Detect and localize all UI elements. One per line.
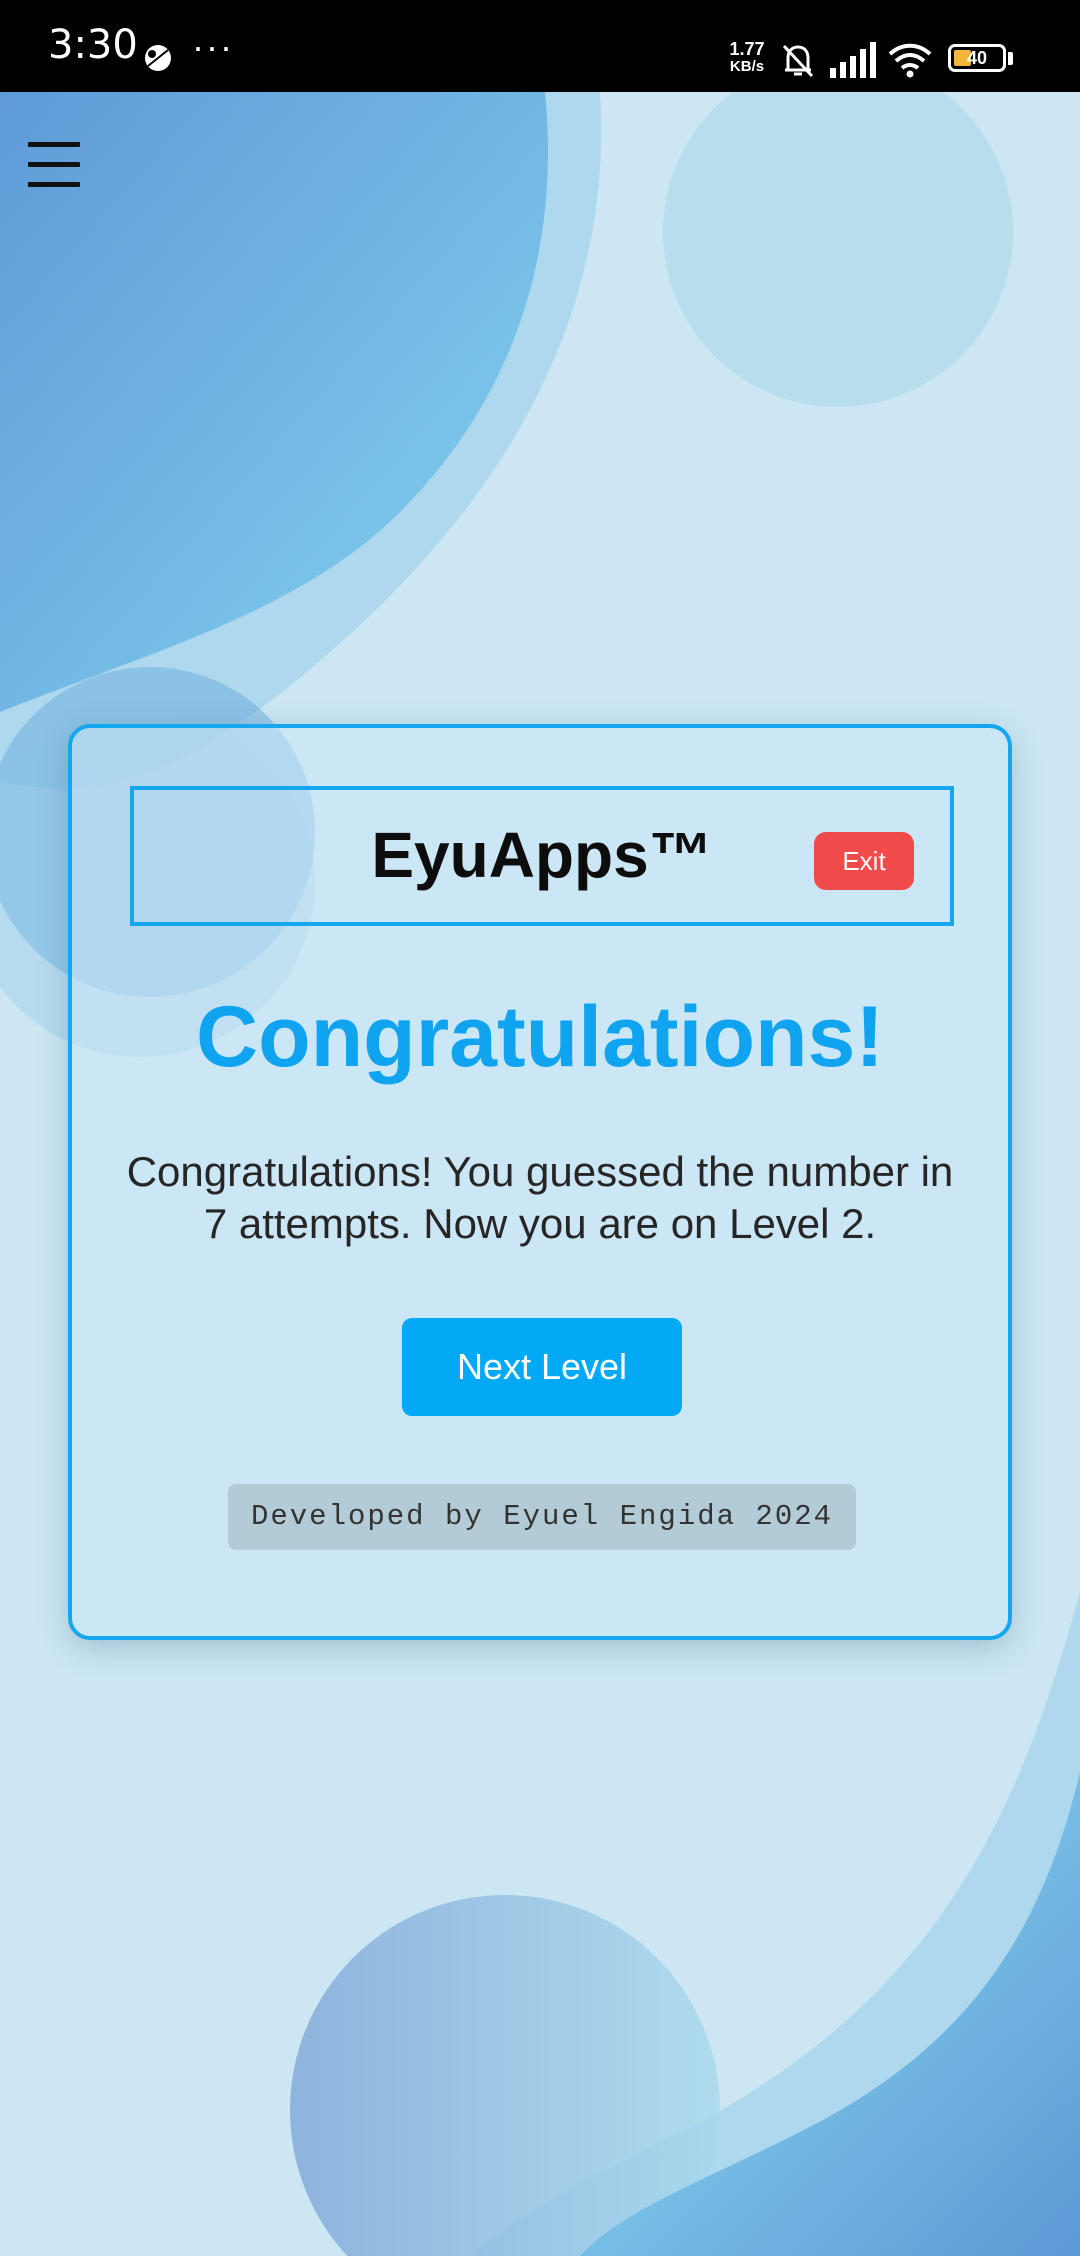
wifi-icon — [888, 43, 932, 78]
network-speed-value: 1.77 — [729, 39, 765, 59]
battery-tip — [1008, 52, 1013, 65]
congratulations-heading: Congratulations! — [196, 989, 884, 1085]
exit-button[interactable]: Exit — [814, 832, 914, 890]
developer-credit: Developed by Eyuel Engida 2024 — [228, 1484, 856, 1550]
result-message: Congratulations! You guessed the number … — [126, 1148, 954, 1247]
result-card: EyuApps™ Exit Congratulations! Congratul… — [68, 724, 1012, 1640]
battery-level: 40 — [966, 48, 988, 68]
network-speed-unit: KB/s — [729, 58, 765, 75]
hamburger-menu-icon[interactable] — [28, 140, 84, 190]
battery-icon: 40 — [948, 44, 1006, 72]
signal-icon — [830, 42, 876, 78]
menu-bar-bottom — [28, 182, 80, 187]
network-speed: 1.77 KB/s — [722, 40, 772, 76]
status-time: 3:30 — [48, 22, 138, 68]
status-bar: 3:30 ··· 1.77 KB/s 40 — [0, 0, 1080, 92]
notification-app-icon — [145, 45, 171, 71]
app-header: EyuApps™ Exit — [130, 786, 954, 926]
screen: 3:30 ··· 1.77 KB/s 40 EyuApps™ Exit Cong… — [0, 0, 1080, 2256]
menu-bar-middle — [28, 162, 80, 167]
silent-bell-icon — [782, 44, 814, 78]
more-notifications-icon: ··· — [192, 26, 234, 67]
menu-bar-top — [28, 142, 80, 147]
next-level-button[interactable]: Next Level — [402, 1318, 682, 1416]
